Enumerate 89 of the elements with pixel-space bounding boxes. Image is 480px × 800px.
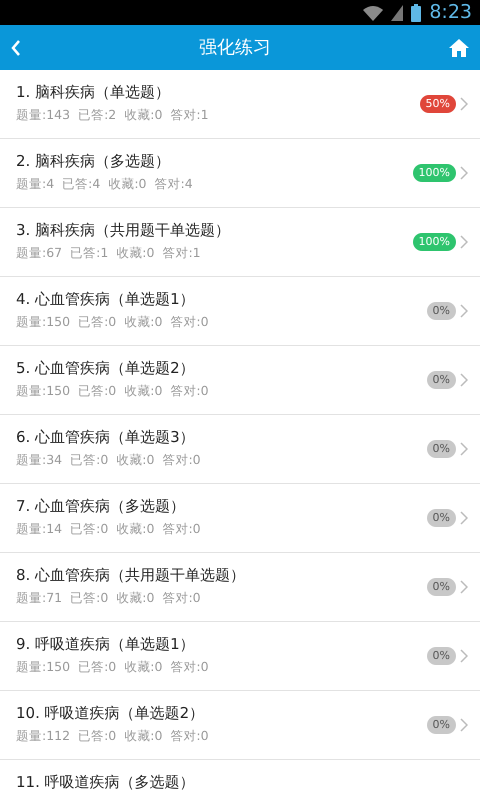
list-item[interactable]: 9. 呼吸道疾病（单选题1） 题量:150 已答:0 收藏:0 答对:0 0%: [0, 622, 480, 691]
item-stat: 已答:0: [70, 520, 108, 538]
item-stat: 答对:4: [154, 175, 193, 193]
item-stat: 题量:112: [16, 727, 70, 745]
item-title: 7. 心血管疾病（多选题）: [16, 496, 186, 516]
item-title: 4. 心血管疾病（单选题1）: [16, 289, 196, 309]
battery-icon: [411, 4, 422, 22]
progress-badge: 0%: [426, 302, 456, 320]
chevron-icon: [460, 304, 468, 318]
chevron-icon: [460, 511, 468, 525]
item-stat: 收藏:0: [116, 589, 154, 607]
chevron-icon: [460, 373, 468, 387]
item-title: 9. 呼吸道疾病（单选题1）: [16, 634, 196, 654]
item-stat: 题量:150: [16, 382, 70, 400]
item-title: 1. 脑科疾病（单选题）: [16, 82, 172, 102]
item-stat: 题量:14: [16, 520, 62, 538]
item-stat: 答对:1: [162, 244, 201, 262]
item-stat: 答对:0: [170, 658, 209, 676]
item-stat: 已答:2: [78, 106, 116, 124]
item-stat: 题量:150: [16, 658, 70, 676]
chevron-icon: [460, 649, 468, 663]
progress-badge: 0%: [426, 647, 456, 665]
progress-badge: 0%: [426, 371, 456, 389]
item-stat: 题量:143: [16, 106, 70, 124]
item-title: 6. 心血管疾病（单选题3）: [16, 427, 196, 447]
item-stat: 收藏:0: [124, 313, 162, 331]
chevron-icon: [460, 718, 468, 732]
progress-badge: 100%: [412, 164, 456, 182]
chevron-icon: [460, 97, 468, 111]
home-icon: [448, 38, 470, 58]
item-stat: 答对:0: [162, 520, 201, 538]
item-stat: 收藏:0: [116, 451, 154, 469]
item-title: 2. 脑科疾病（多选题）: [16, 151, 172, 171]
progress-badge: 0%: [426, 440, 456, 458]
item-title: 11. 呼吸道疾病（多选题）: [16, 772, 196, 792]
item-stat: 答对:0: [162, 451, 201, 469]
list-item[interactable]: 10. 呼吸道疾病（单选题2） 题量:112 已答:0 收藏:0 答对:0 0%: [0, 691, 480, 760]
list-item[interactable]: 8. 心血管疾病（共用题干单选题） 题量:71 已答:0 收藏:0 答对:0 0%: [0, 553, 480, 622]
item-stat: 题量:4: [16, 175, 54, 193]
status-time: 8:23: [429, 0, 472, 25]
item-title: 3. 脑科疾病（共用题干单选题）: [16, 220, 232, 240]
item-title: 10. 呼吸道疾病（单选题2）: [16, 703, 206, 723]
item-stat: 已答:0: [70, 451, 108, 469]
item-stat: 已答:4: [62, 175, 100, 193]
item-stat: 已答:0: [78, 727, 116, 745]
item-title: 5. 心血管疾病（单选题2）: [16, 358, 196, 378]
item-stat: 题量:71: [16, 589, 62, 607]
item-stat: 已答:0: [78, 313, 116, 331]
chevron-icon: [460, 580, 468, 594]
item-stat: 收藏:0: [116, 244, 154, 262]
progress-badge: 100%: [412, 233, 456, 251]
progress-badge: 50%: [420, 95, 456, 113]
signal-icon: [391, 4, 404, 20]
item-stat: 题量:34: [16, 451, 62, 469]
item-stat: 收藏:0: [124, 106, 162, 124]
item-stat: 已答:0: [78, 382, 116, 400]
item-stat: 收藏:0: [124, 382, 162, 400]
item-stat: 已答:0: [70, 589, 108, 607]
progress-badge: 0%: [426, 509, 456, 527]
item-stat: 答对:1: [170, 106, 209, 124]
item-stat: 收藏:0: [108, 175, 147, 193]
list-item[interactable]: 3. 脑科疾病（共用题干单选题） 题量:67 已答:1 收藏:0 答对:1 100%: [0, 208, 480, 277]
chevron-icon: [460, 235, 468, 249]
item-stat: 收藏:0: [124, 727, 162, 745]
chevron-icon: [460, 442, 468, 456]
item-stat: 已答:0: [78, 658, 116, 676]
item-stat: 收藏:0: [116, 520, 154, 538]
item-stat: 答对:0: [162, 589, 201, 607]
item-stat: 题量:67: [16, 244, 62, 262]
item-stat: 答对:0: [170, 313, 209, 331]
item-stat: 收藏:0: [124, 658, 162, 676]
item-stat: 已答:1: [70, 244, 108, 262]
item-stat: 答对:0: [170, 727, 209, 745]
item-title: 8. 心血管疾病（共用题干单选题）: [16, 565, 246, 585]
progress-badge: 0%: [426, 578, 456, 596]
wifi-icon: [363, 4, 384, 20]
progress-badge: 0%: [426, 716, 456, 734]
item-stat: 答对:0: [170, 382, 209, 400]
list-item[interactable]: 4. 心血管疾病（单选题1） 题量:150 已答:0 收藏:0 答对:0 0%: [0, 277, 480, 346]
list-item[interactable]: 2. 脑科疾病（多选题） 题量:4 已答:4 收藏:0 答对:4 100%: [0, 139, 480, 208]
page-title: 强化练习: [199, 36, 271, 60]
back-icon: [10, 38, 22, 56]
list-item[interactable]: 5. 心血管疾病（单选题2） 题量:150 已答:0 收藏:0 答对:0 0%: [0, 346, 480, 415]
list-item[interactable]: 11. 呼吸道疾病（多选题）: [0, 760, 480, 800]
list-item[interactable]: 6. 心血管疾病（单选题3） 题量:34 已答:0 收藏:0 答对:0 0%: [0, 415, 480, 484]
item-stat: 题量:150: [16, 313, 70, 331]
list-item[interactable]: 7. 心血管疾病（多选题） 题量:14 已答:0 收藏:0 答对:0 0%: [0, 484, 480, 553]
chevron-icon: [460, 166, 468, 180]
list-item[interactable]: 1. 脑科疾病（单选题） 题量:143 已答:2 收藏:0 答对:1 50%: [0, 70, 480, 139]
